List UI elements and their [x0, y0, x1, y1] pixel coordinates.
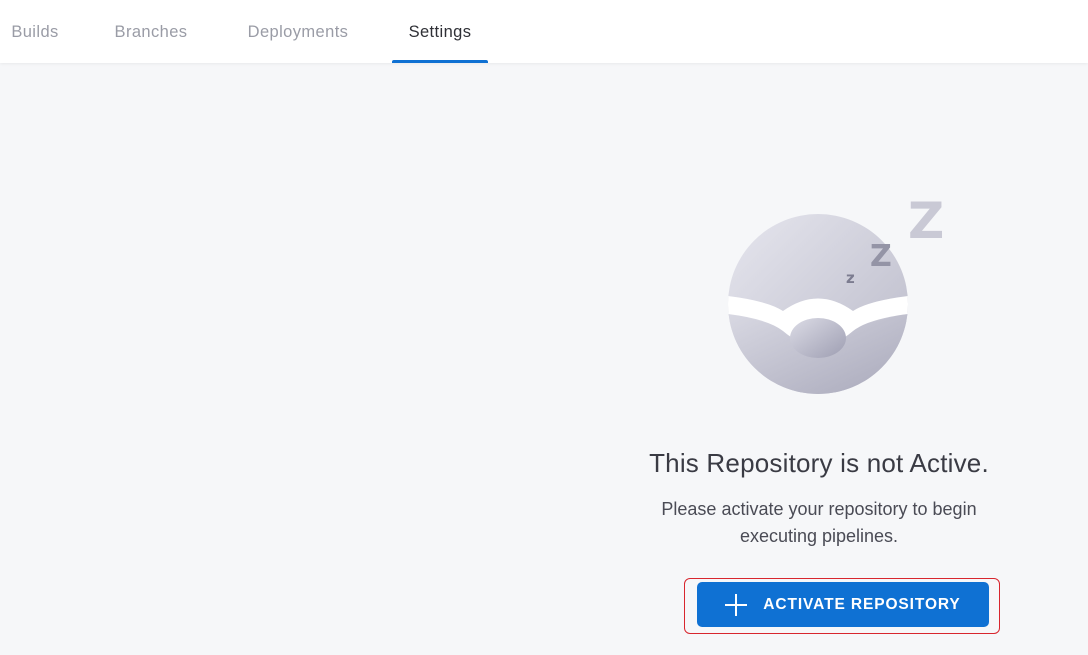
empty-state-title: This Repository is not Active. [649, 448, 989, 478]
tab-builds[interactable]: Builds [0, 0, 70, 63]
plus-icon [725, 593, 748, 616]
small-z-text: z [846, 269, 855, 287]
activate-repository-label: ACTIVATE REPOSITORY [763, 595, 961, 613]
empty-state-description: Please activate your repository to begin… [661, 499, 977, 546]
tab-settings-label: Settings [408, 23, 472, 41]
medium-z-text: Z [870, 239, 892, 274]
large-z-text: Z [908, 192, 944, 250]
tab-branches[interactable]: Branches [106, 0, 196, 63]
tab-bar: Builds Branches Deployments Settings [0, 0, 1088, 63]
activate-repository-button[interactable]: ACTIVATE REPOSITORY [697, 582, 989, 627]
tab-deployments[interactable]: Deployments [236, 0, 360, 63]
sleeping-ball-icon: z Z Z [728, 192, 944, 394]
tab-settings[interactable]: Settings [392, 0, 488, 63]
active-tab-indicator [392, 60, 488, 63]
